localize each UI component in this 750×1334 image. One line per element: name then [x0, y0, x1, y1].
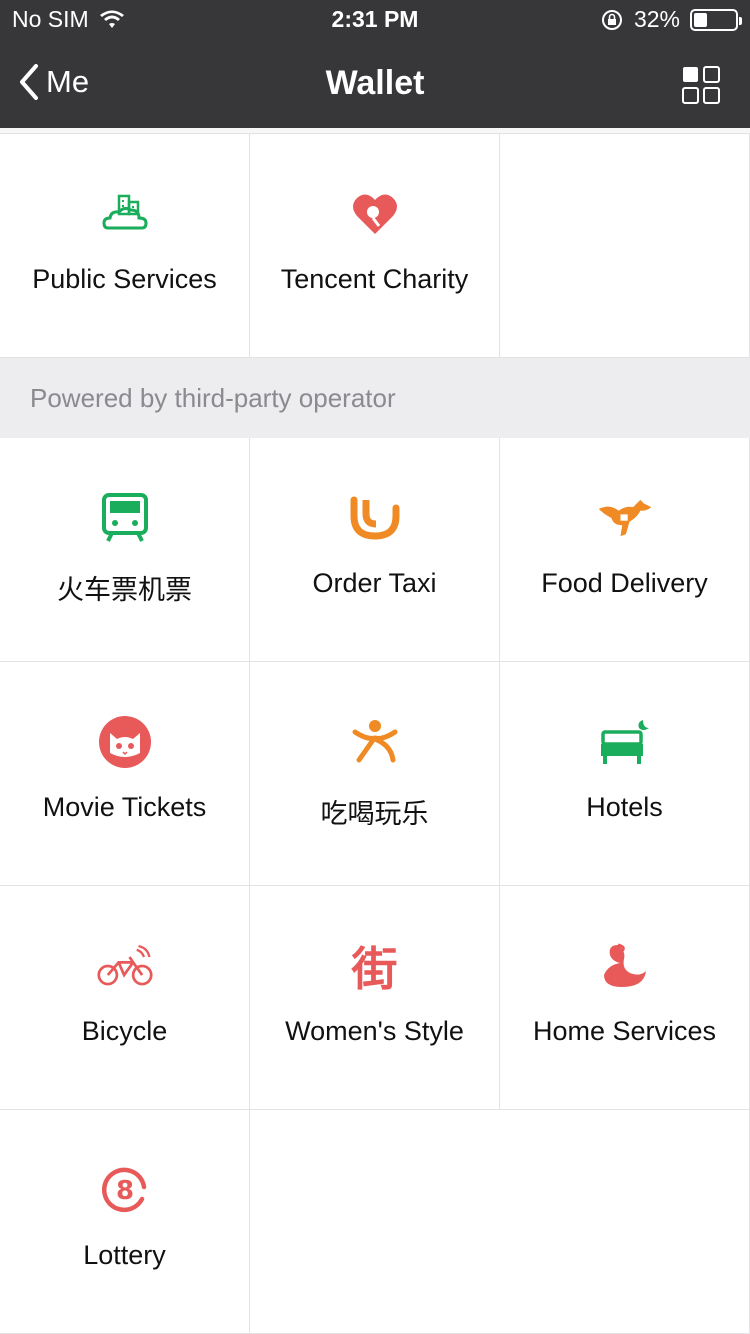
service-label: Order Taxi	[312, 568, 437, 598]
empty-cell	[500, 1110, 750, 1334]
person-icon	[347, 714, 403, 770]
service-label: Bicycle	[81, 1016, 168, 1046]
lottery-8-icon: 8	[97, 1162, 153, 1218]
service-home-services[interactable]: Home Services	[500, 886, 750, 1110]
nav-bar: Me Wallet	[0, 40, 750, 128]
service-label: Public Services	[32, 264, 217, 294]
didi-taxi-icon	[347, 490, 403, 546]
charity-heart-icon	[347, 186, 403, 242]
kangaroo-icon	[597, 490, 653, 546]
bed-icon	[597, 714, 653, 770]
battery-icon	[690, 8, 742, 31]
status-bar: No SIM 2:31 PM 32%	[0, 0, 750, 40]
service-label: Food Delivery	[541, 568, 708, 598]
service-public-services[interactable]: Public Services	[0, 134, 250, 358]
svg-text:8: 8	[115, 1176, 133, 1206]
top-bar: No SIM 2:31 PM 32% Me Wallet	[0, 0, 750, 128]
wallet-content: Public Services Tencent Charity Powered …	[0, 128, 750, 1334]
public-services-icon	[97, 186, 153, 242]
third-party-grid: 火车票机票 Order Taxi Food Delivery Movie Tic…	[0, 438, 750, 1334]
empty-cell	[250, 1110, 500, 1334]
top-services-grid: Public Services Tencent Charity	[0, 134, 750, 358]
service-womens-style[interactable]: 街 Women's Style	[250, 886, 500, 1110]
service-tencent-charity[interactable]: Tencent Charity	[250, 134, 500, 358]
empty-cell	[500, 134, 750, 358]
service-train-tickets[interactable]: 火车票机票	[0, 438, 250, 662]
status-right: 32%	[600, 6, 742, 33]
service-hotels[interactable]: Hotels	[500, 662, 750, 886]
battery-nub	[739, 16, 742, 25]
section-header: Powered by third-party operator	[0, 358, 750, 438]
jie-character-icon: 街	[351, 942, 398, 996]
rotation-lock-icon	[601, 9, 622, 30]
service-label: Home Services	[532, 1016, 717, 1046]
service-label: Women's Style	[285, 1016, 464, 1046]
grid-menu-icon[interactable]	[682, 66, 720, 104]
cat-icon	[97, 714, 153, 770]
page-title: Wallet	[325, 64, 425, 102]
service-movie-tickets[interactable]: Movie Tickets	[0, 662, 250, 886]
bicycle-icon	[96, 938, 153, 994]
service-label: Tencent Charity	[280, 264, 469, 294]
battery-percent: 32%	[633, 6, 680, 32]
service-label: Lottery	[83, 1240, 166, 1270]
service-lottery[interactable]: 8 Lottery	[0, 1110, 250, 1334]
battery-fill	[694, 12, 707, 27]
service-label: 吃喝玩乐	[320, 799, 429, 829]
service-food-delivery[interactable]: Food Delivery	[500, 438, 750, 662]
swan-icon	[597, 938, 653, 994]
service-bicycle[interactable]: Bicycle	[0, 886, 250, 1110]
service-label: Movie Tickets	[42, 792, 207, 822]
service-label: Hotels	[586, 792, 663, 822]
service-label: 火车票机票	[57, 575, 192, 605]
train-icon	[97, 490, 153, 546]
service-eat-drink-play[interactable]: 吃喝玩乐	[250, 662, 500, 886]
service-order-taxi[interactable]: Order Taxi	[250, 438, 500, 662]
